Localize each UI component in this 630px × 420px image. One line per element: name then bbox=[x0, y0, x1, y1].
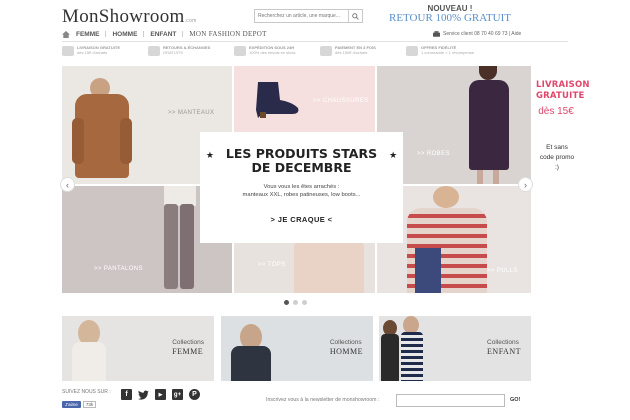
card-title-line1: LES PRODUITS STARS bbox=[225, 146, 378, 161]
tile-label-chaussures: CHAUSSURES bbox=[322, 98, 369, 104]
collection-homme[interactable]: Collections HOMME bbox=[221, 316, 373, 381]
slider-dot-2[interactable] bbox=[293, 300, 298, 305]
benefit-free-delivery[interactable]: LIVRAISON GRATUITE dès 15€ d'achats bbox=[62, 45, 148, 61]
site-logo[interactable]: MonShowroom.com bbox=[62, 6, 197, 28]
nav-fashion-depot[interactable]: MON FASHION DEPOT bbox=[189, 30, 266, 38]
benefit-loyalty[interactable]: OFFRES FIDÉLITÉ 1 commande = 1 récompense bbox=[406, 45, 492, 61]
nav-femme[interactable]: FEMME bbox=[76, 31, 99, 38]
promo-free-returns: RETOUR 100% GRATUIT bbox=[388, 12, 511, 25]
card-subtitle-1: Vous vous les êtes arrachés : bbox=[263, 184, 340, 190]
facebook-icon[interactable]: f bbox=[121, 389, 132, 400]
benefit-returns[interactable]: RETOURS & ÉCHANGES GRATUITS bbox=[148, 45, 234, 61]
nav-divider bbox=[143, 31, 145, 37]
boot-image bbox=[256, 82, 299, 118]
main-nav: FEMME HOMME ENFANT MON FASHION DEPOT bbox=[62, 30, 267, 38]
star-icon: ★ bbox=[205, 151, 214, 161]
slider-dot-3[interactable] bbox=[302, 300, 307, 305]
slider-next-button[interactable]: › bbox=[518, 177, 533, 192]
nav-homme[interactable]: HOMME bbox=[112, 31, 137, 38]
coat-model-image bbox=[72, 78, 132, 178]
top-model-image bbox=[294, 238, 364, 293]
search-icon bbox=[352, 12, 359, 20]
dress-model-image bbox=[461, 66, 517, 184]
tile-label-robes: ROBES bbox=[426, 151, 450, 157]
star-icon: ★ bbox=[389, 151, 398, 161]
slider-dot-1[interactable] bbox=[284, 300, 289, 305]
collection-enfant-label: ENFANT bbox=[487, 347, 521, 356]
nav-divider bbox=[105, 31, 107, 37]
collection-homme-label: HOMME bbox=[329, 347, 363, 356]
card-subtitle-2: manteaux XXL, robes patineuses, low boot… bbox=[242, 191, 361, 198]
pants-model-image bbox=[160, 186, 200, 293]
tile-label-tops: TOPS bbox=[267, 262, 286, 268]
return-icon bbox=[148, 46, 160, 56]
tile-label-pantalons: PANTALONS bbox=[103, 266, 143, 272]
chevron-left-icon: ‹ bbox=[66, 179, 69, 190]
slider-dots bbox=[284, 300, 307, 305]
truck-icon bbox=[62, 46, 74, 56]
youtube-icon[interactable]: ▶ bbox=[155, 389, 166, 400]
promo-card: ★ LES PRODUITS STARS DE DECEMBRE ★ Vous v… bbox=[200, 132, 403, 243]
card-icon bbox=[320, 46, 332, 56]
nav-divider bbox=[182, 31, 184, 37]
home-icon[interactable] bbox=[62, 30, 70, 38]
free-delivery-side-banner[interactable]: LIVRAISON GRATUITE dès 15€ bbox=[536, 80, 590, 117]
follow-us-label: SUIVEZ NOUS SUR : bbox=[62, 389, 111, 395]
card-title-line2: DE DECEMBRE bbox=[251, 160, 352, 175]
search-button[interactable] bbox=[348, 10, 362, 22]
tile-label-manteaux: MANTEAUX bbox=[177, 110, 215, 116]
benefits-bar: LIVRAISON GRATUITE dès 15€ d'achats RETOU… bbox=[62, 45, 532, 61]
collection-enfant[interactable]: Collections ENFANT bbox=[379, 316, 531, 381]
enfant-model-image bbox=[381, 316, 431, 381]
benefit-payment-3x[interactable]: PAIEMENT EN 3 FOIS dès 150€ d'achats bbox=[320, 45, 406, 61]
femme-model-image bbox=[72, 320, 106, 381]
newsletter-email-input[interactable] bbox=[396, 394, 505, 407]
je-craque-button[interactable]: > JE CRAQUE < bbox=[200, 215, 403, 224]
collection-femme-label: FEMME bbox=[172, 347, 204, 356]
free-returns-banner[interactable]: NOUVEAU ! RETOUR 100% GRATUIT bbox=[385, 4, 515, 25]
facebook-like-button[interactable]: J'aime bbox=[62, 401, 81, 408]
newsletter-label: Inscrivez vous à la newsletter de monsho… bbox=[266, 397, 380, 403]
sweater-model-image bbox=[407, 186, 487, 293]
header-divider bbox=[62, 41, 568, 42]
newsletter-go-button[interactable]: GO! bbox=[510, 397, 520, 403]
twitter-icon[interactable] bbox=[138, 389, 149, 400]
google-icon[interactable]: g+ bbox=[172, 389, 183, 400]
pinterest-icon[interactable]: P bbox=[189, 389, 200, 400]
no-promo-code-text: Et sans code promo :) bbox=[539, 144, 575, 171]
clock-icon bbox=[234, 46, 246, 56]
search-input[interactable] bbox=[255, 10, 349, 22]
collection-femme[interactable]: Collections FEMME bbox=[62, 316, 214, 381]
homme-model-image bbox=[231, 324, 271, 381]
facebook-like-widget: J'aime 73k bbox=[62, 401, 97, 408]
gift-icon bbox=[406, 46, 418, 56]
slider-prev-button[interactable]: ‹ bbox=[60, 177, 75, 192]
social-links: f ▶ g+ P bbox=[121, 389, 200, 400]
benefit-shipping-24h[interactable]: EXPÉDITION SOUS 24H 100% des envois en st… bbox=[234, 45, 320, 61]
facebook-like-count: 73k bbox=[82, 401, 97, 408]
tile-label-pulls: PULLS bbox=[496, 268, 518, 274]
search-box bbox=[254, 9, 363, 23]
phone-icon bbox=[433, 31, 440, 37]
chevron-right-icon: › bbox=[524, 179, 527, 190]
customer-service[interactable]: Service client 08 70 40 69 73 | Aide bbox=[433, 31, 521, 37]
nav-enfant[interactable]: ENFANT bbox=[150, 31, 176, 38]
